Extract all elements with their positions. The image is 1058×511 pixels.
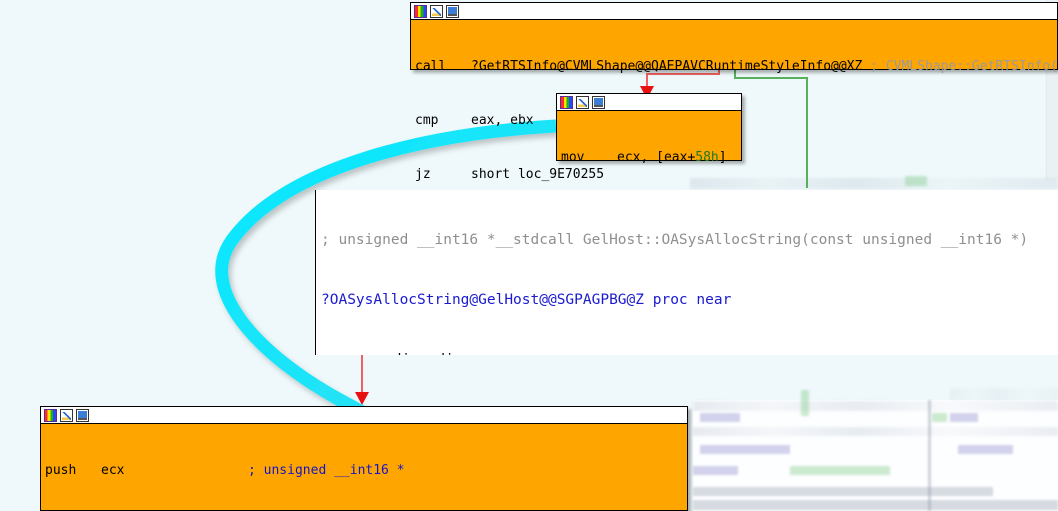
background-blur-divider-right: [928, 400, 931, 511]
operands: ecx: [101, 463, 125, 478]
palette-icon[interactable]: [44, 408, 57, 422]
mnemonic: mov: [561, 150, 585, 165]
background-blur-grey-r1: [693, 487, 993, 496]
palette-icon[interactable]: [414, 4, 427, 18]
node-code: pushecx; unsigned __int16 * call?OASysAl…: [41, 424, 687, 511]
mnemonic: call: [415, 59, 447, 74]
background-blur-strip-r1: [693, 401, 1058, 411]
background-blur-grey-r2: [693, 500, 1058, 510]
palette-icon[interactable]: [560, 95, 573, 109]
chart-icon[interactable]: [430, 4, 443, 18]
instruction-line: call ?GetRTSInfo@CVMLShape@@QAEPAVCRuntim…: [415, 58, 1058, 76]
ida-graph-screenshot: call ?GetRTSInfo@CVMLShape@@QAEPAVCRuntim…: [0, 0, 1058, 511]
node-titlebar[interactable]: [411, 3, 1057, 20]
background-blur-purple-r4: [958, 445, 1013, 454]
node-titlebar[interactable]: [557, 94, 741, 111]
screen-icon[interactable]: [592, 95, 605, 109]
listing-proc-start: ?OASysAllocString@GelHost@@SGPAGPBG@Z pr…: [321, 292, 732, 308]
operands: ?GetRTSInfo@CVMLShape@@QAEPAVCRuntimeSty…: [471, 59, 863, 74]
background-blur-purple-r5: [693, 466, 738, 475]
mnemonic: cmp: [415, 113, 439, 128]
graph-node-mov-ecx[interactable]: movecx, [eax+58h] cmpecx, ebx jzshort lo…: [556, 93, 750, 273]
background-blur-green-r1: [932, 413, 947, 422]
background-blur-purple-r3: [700, 445, 790, 454]
listing-instruction: movedi, edi: [321, 350, 1058, 355]
listing-comment-line: ; unsigned __int16 *__stdcall GelHost::O…: [321, 232, 1029, 248]
background-blur-purple-r2: [950, 413, 978, 422]
node-titlebar[interactable]: [41, 407, 687, 424]
operands-suffix: ]: [718, 150, 727, 165]
background-blur-purple-r1: [700, 413, 740, 422]
graph-node-get-rtsinfo[interactable]: call ?GetRTSInfo@CVMLShape@@QAEPAVCRuntim…: [410, 2, 1058, 182]
comment: ; CVMLShape::GetRTSInfo(void): [870, 59, 1058, 74]
graph-node-push-ecx[interactable]: pushecx; unsigned __int16 * call?OASysAl…: [40, 406, 688, 511]
comment: ; unsigned __int16 *: [248, 463, 405, 478]
chart-icon[interactable]: [60, 408, 73, 422]
mnemonic: jz: [415, 167, 431, 182]
instruction-line: mov ecx, [eax+58h]: [561, 149, 741, 167]
operands: eax, ebx: [471, 113, 534, 128]
background-blur-green-r2: [790, 466, 890, 475]
background-blur-strip-r2: [693, 427, 1058, 436]
chart-icon[interactable]: [576, 95, 589, 109]
screen-icon[interactable]: [76, 408, 89, 422]
instruction-line: push ecx ; unsigned __int16 *: [45, 462, 687, 480]
mnemonic: mov: [321, 350, 384, 355]
background-blur-green-col: [801, 390, 809, 416]
operand-immediate: 58h: [695, 150, 719, 165]
background-blur-strip-topright: [950, 388, 1058, 400]
disassembly-listing[interactable]: ; unsigned __int16 *__stdcall GelHost::O…: [315, 190, 1058, 355]
operands: edi, edi: [384, 352, 454, 355]
mnemonic: push: [45, 463, 77, 478]
edge-red-listing-node3: [355, 355, 369, 405]
screen-icon[interactable]: [446, 4, 459, 18]
operands-prefix: ecx, [eax+: [617, 150, 696, 165]
